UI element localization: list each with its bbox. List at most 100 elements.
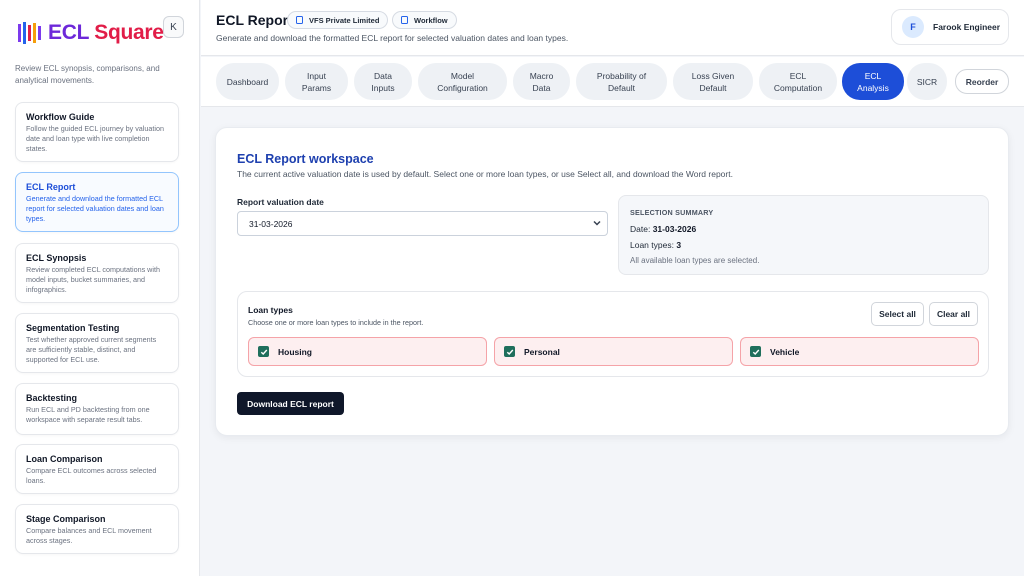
valuation-date-select[interactable]: 31-03-2026 xyxy=(237,211,608,236)
checkbox-checked-icon[interactable] xyxy=(258,346,269,357)
loan-type-label: Vehicle xyxy=(770,346,800,357)
sidebar-item-stage-comparison[interactable]: Stage Comparison Compare balances and EC… xyxy=(15,504,179,554)
sidebar-item-desc: Review completed ECL computations with m… xyxy=(26,265,160,294)
logo-text: ECL Square xyxy=(48,21,164,45)
sidebar-item-desc: Compare balances and ECL movement across… xyxy=(26,526,152,545)
tab-label: Data xyxy=(374,70,392,81)
valuation-date-value: 31-03-2026 xyxy=(249,218,293,229)
summary-loan-types: Loan types: 3 xyxy=(630,240,977,250)
sidebar-item-segmentation-testing[interactable]: Segmentation Testing Test whether approv… xyxy=(15,313,179,373)
collapse-sidebar-button[interactable]: K xyxy=(163,16,184,38)
sidebar-item-desc: Generate and download the formatted ECL … xyxy=(26,194,164,223)
company-pill[interactable]: VFS Private Limited xyxy=(287,11,389,29)
workspace-description: The current active valuation date is use… xyxy=(237,169,733,179)
sidebar-item-loan-comparison[interactable]: Loan Comparison Compare ECL outcomes acr… xyxy=(15,444,179,494)
building-icon xyxy=(296,16,303,24)
page-subtitle: Generate and download the formatted ECL … xyxy=(216,33,569,43)
sidebar-item-desc: Compare ECL outcomes across selected loa… xyxy=(26,466,157,485)
sidebar-item-title: Backtesting xyxy=(26,393,78,403)
summary-note: All available loan types are selected. xyxy=(630,256,760,265)
tab-label: SICR xyxy=(916,76,938,87)
sidebar-item-ecl-synopsis[interactable]: ECL Synopsis Review completed ECL comput… xyxy=(15,243,179,303)
checkbox-checked-icon[interactable] xyxy=(504,346,515,357)
sidebar-item-title: Workflow Guide xyxy=(26,112,95,122)
loan-types-title: Loan types xyxy=(248,305,293,315)
logo-brand-a: ECL xyxy=(48,21,89,44)
sidebar-item-workflow-guide[interactable]: Workflow Guide Follow the guided ECL jou… xyxy=(15,102,179,162)
sidebar: ECL Square K Review ECL synopsis, compar… xyxy=(0,0,200,576)
tab-input-params[interactable]: Input Params xyxy=(285,63,348,100)
select-all-button[interactable]: Select all xyxy=(871,302,924,326)
tab-label-line2: Inputs xyxy=(371,82,395,93)
sidebar-item-title: Stage Comparison xyxy=(26,514,106,524)
summary-types-prefix: Loan types: xyxy=(630,240,674,250)
user-menu-button[interactable]: F Farook Engineer xyxy=(891,9,1009,45)
summary-date: Date: 31-03-2026 xyxy=(630,224,977,234)
tab-data-inputs[interactable]: Data Inputs xyxy=(354,63,412,100)
tab-label: Dashboard xyxy=(226,76,269,87)
summary-types-count: 3 xyxy=(676,240,682,250)
module-tabs: Dashboard Input Params Data Inputs Model Co… xyxy=(201,57,1024,107)
tab-loss-given-default[interactable]: Loss Given Default xyxy=(673,63,753,100)
summary-date-value: 31-03-2026 xyxy=(652,224,697,234)
tab-label: Loss Given xyxy=(691,70,735,81)
loan-type-personal[interactable]: Personal xyxy=(494,337,733,366)
selection-summary: SELECTION SUMMARY Date: 31-03-2026 Loan … xyxy=(618,195,989,275)
sidebar-item-title: Segmentation Testing xyxy=(26,323,120,333)
report-workspace-card: ECL Report workspace The current active … xyxy=(215,127,1009,436)
tab-label-line2: Default xyxy=(608,82,635,93)
avatar: F xyxy=(902,16,924,38)
tab-label-line2: Configuration xyxy=(437,82,488,93)
tab-probability-of-default[interactable]: Probability of Default xyxy=(576,63,667,100)
tab-label: Macro xyxy=(529,70,554,81)
loan-type-label: Personal xyxy=(524,346,560,357)
sidebar-item-title: Loan Comparison xyxy=(26,454,103,464)
workflow-icon xyxy=(401,16,408,24)
download-report-button[interactable]: Download ECL report xyxy=(237,392,344,415)
clear-all-button[interactable]: Clear all xyxy=(929,302,978,326)
sidebar-description: Review ECL synopsis, comparisons, and an… xyxy=(15,64,160,85)
user-name: Farook Engineer xyxy=(933,22,1001,32)
company-pill-label: VFS Private Limited xyxy=(309,15,380,25)
logo-bars-icon xyxy=(18,22,41,44)
sidebar-item-title: ECL Synopsis xyxy=(26,253,87,263)
tab-dashboard[interactable]: Dashboard xyxy=(216,63,279,100)
sidebar-item-desc: Run ECL and PD backtesting from one work… xyxy=(26,405,150,424)
sidebar-item-ecl-report[interactable]: ECL Report Generate and download the for… xyxy=(15,172,179,232)
loan-type-housing[interactable]: Housing xyxy=(248,337,487,366)
logo-brand-b: Square xyxy=(94,21,164,44)
tab-label: Probability of xyxy=(596,70,647,81)
reorder-tabs-button[interactable]: Reorder xyxy=(955,69,1009,94)
chevron-down-icon xyxy=(593,220,601,226)
tab-macro-data[interactable]: Macro Data xyxy=(513,63,570,100)
workspace-title: ECL Report workspace xyxy=(237,152,374,166)
workflow-pill-label: Workflow xyxy=(414,15,448,25)
tab-model-configuration[interactable]: Model Configuration xyxy=(418,63,507,100)
tab-label: ECL xyxy=(864,70,882,81)
summary-date-prefix: Date: xyxy=(630,224,651,234)
sidebar-item-desc: Test whether approved current segments a… xyxy=(26,335,157,364)
tab-sicr[interactable]: SICR xyxy=(907,63,947,100)
tab-label-line2: Default xyxy=(699,82,727,93)
loan-type-label: Housing xyxy=(278,346,312,357)
page-header: ECL Report VFS Private Limited Workflow … xyxy=(201,0,1024,56)
loan-types-subtitle: Choose one or more loan types to include… xyxy=(248,318,424,327)
tab-label-line2: Data xyxy=(532,82,551,93)
page-title: ECL Report xyxy=(216,12,293,28)
app-logo[interactable]: ECL Square xyxy=(18,17,164,49)
summary-title: SELECTION SUMMARY xyxy=(630,208,714,217)
tab-label: ECL xyxy=(789,70,807,81)
workflow-pill[interactable]: Workflow xyxy=(392,11,457,29)
tab-ecl-analysis[interactable]: ECL Analysis xyxy=(842,63,904,100)
sidebar-item-title: ECL Report xyxy=(26,182,76,192)
tab-label-line2: Analysis xyxy=(857,82,889,93)
tab-label: Model xyxy=(450,70,475,81)
loan-type-vehicle[interactable]: Vehicle xyxy=(740,337,979,366)
tab-label-line2: Params xyxy=(301,82,332,93)
tab-ecl-computation[interactable]: ECL Computation xyxy=(759,63,837,100)
valuation-date-label: Report valuation date xyxy=(237,197,324,207)
tab-label: Input xyxy=(307,70,326,81)
checkbox-checked-icon[interactable] xyxy=(750,346,761,357)
sidebar-item-backtesting[interactable]: Backtesting Run ECL and PD backtesting f… xyxy=(15,383,179,435)
loan-types-panel: Loan types Choose one or more loan types… xyxy=(237,291,989,377)
